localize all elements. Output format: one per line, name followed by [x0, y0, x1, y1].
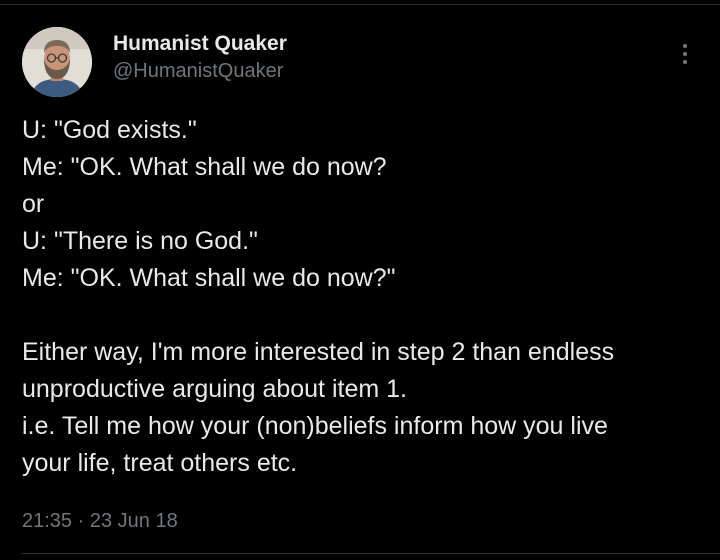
avatar[interactable]	[22, 27, 92, 97]
tweet-date: 23 Jun 18	[89, 510, 178, 532]
tweet-line: U: "There is no God."	[22, 227, 258, 255]
tweet[interactable]: Humanist Quaker @HumanistQuaker U: "God …	[0, 0, 720, 560]
tweet-time: 21:35	[22, 510, 73, 532]
bottom-divider	[22, 553, 720, 554]
tweet-text: U: "God exists." Me: "OK. What shall we …	[22, 112, 712, 482]
tweet-timestamp: 21:35 · 23 Jun 18	[22, 507, 178, 535]
tweet-line: i.e. Tell me how your (non)beliefs infor…	[22, 412, 608, 440]
tweet-line: U: "God exists."	[22, 116, 197, 144]
tweet-line: unproductive arguing about item 1.	[22, 375, 407, 403]
tweet-line: or	[22, 190, 45, 218]
author-names: Humanist Quaker @HumanistQuaker	[113, 31, 287, 85]
tweet-date-link[interactable]: 23 Jun 18	[90, 510, 178, 532]
avatar-image	[22, 27, 92, 97]
tweet-line: Me: "OK. What shall we do now?	[22, 153, 387, 181]
tweet-line: Either way, I'm more interested in step …	[22, 338, 615, 366]
tweet-line: Me: "OK. What shall we do now?"	[22, 264, 396, 292]
author-display-name[interactable]: Humanist Quaker	[113, 31, 287, 57]
author-handle[interactable]: @HumanistQuaker	[113, 57, 287, 85]
tweet-line: your life, treat others etc.	[22, 449, 298, 477]
tweet-time-link[interactable]: 21:35	[22, 510, 72, 532]
timestamp-separator: ·	[77, 510, 85, 532]
more-options-button[interactable]	[672, 41, 698, 71]
tweet-header: Humanist Quaker @HumanistQuaker	[22, 27, 702, 97]
